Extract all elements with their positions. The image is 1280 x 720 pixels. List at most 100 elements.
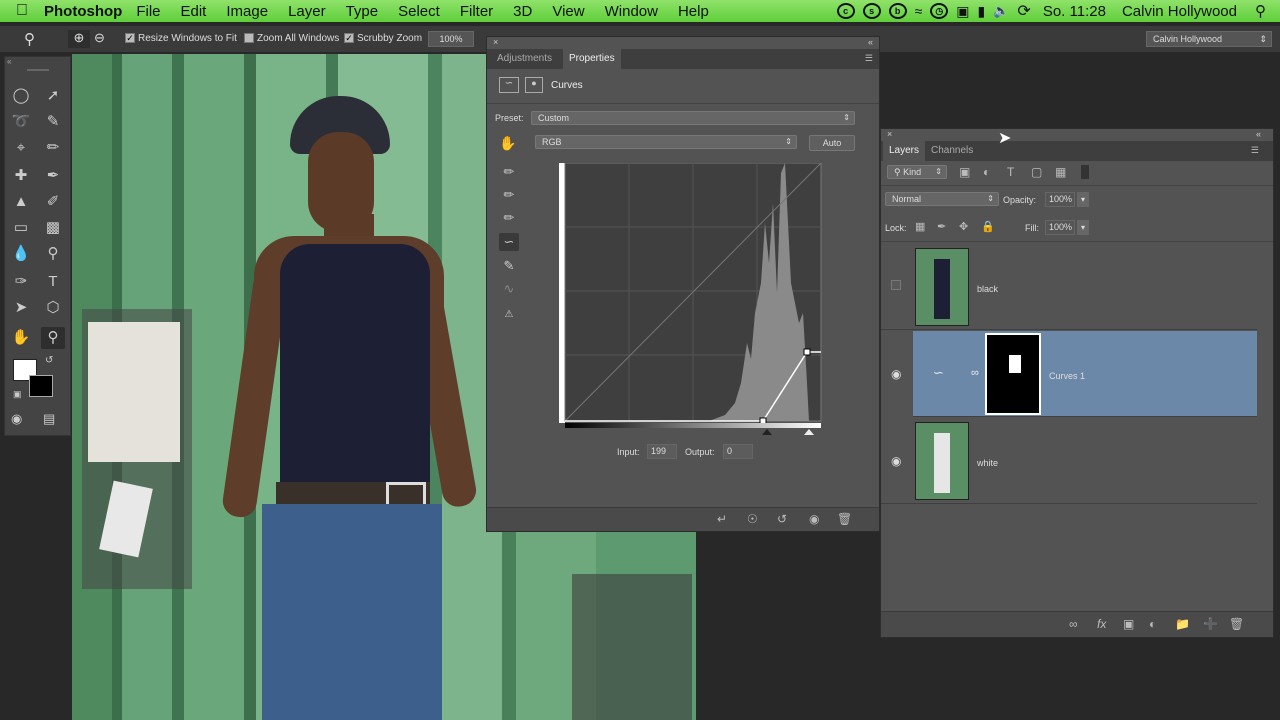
path-selection-tool-icon[interactable]: ➤	[9, 297, 33, 319]
type-tool-icon[interactable]: T	[41, 271, 65, 293]
tab-channels[interactable]: Channels	[925, 141, 979, 161]
layer-name[interactable]: Curves 1	[1049, 371, 1085, 381]
eye-icon[interactable]: ◉	[891, 367, 901, 381]
app-name-menu[interactable]: Photoshop	[44, 3, 122, 20]
layer-row-white[interactable]: ◉ white	[881, 418, 1257, 504]
toolbar-grip[interactable]	[27, 69, 49, 71]
layer-row-black[interactable]: black	[881, 244, 1257, 330]
new-group-icon[interactable]: 📁	[1175, 617, 1190, 631]
menubar-clock[interactable]: So. 11:28	[1043, 3, 1106, 20]
layer-name[interactable]: black	[977, 284, 998, 294]
targeted-adjustment-hand-icon[interactable]: ✋	[499, 135, 516, 152]
layer-name[interactable]: white	[977, 458, 998, 468]
menu-type[interactable]: Type	[346, 3, 379, 20]
history-brush-tool-icon[interactable]: ✐	[41, 191, 65, 213]
zoom-tool-icon[interactable]: ⚲	[41, 327, 65, 349]
output-value-field[interactable]: 0	[723, 444, 753, 459]
curve-point-tool-icon[interactable]: ∽	[499, 233, 519, 251]
new-layer-icon[interactable]: ➕	[1203, 617, 1218, 631]
filter-toggle[interactable]	[1081, 165, 1089, 179]
layer-mask-icon[interactable]: ●	[525, 77, 543, 93]
lock-all-icon[interactable]: 🔒	[981, 220, 995, 233]
link-chain-icon[interactable]: ∞	[971, 367, 979, 379]
link-layers-icon[interactable]: ∞	[1069, 617, 1078, 631]
menu-file[interactable]: File	[136, 3, 160, 20]
panel-menu-icon[interactable]: ☰	[1251, 145, 1259, 156]
reset-adjustment-icon[interactable]: ↺	[777, 512, 787, 526]
menu-help[interactable]: Help	[678, 3, 709, 20]
menu-select[interactable]: Select	[398, 3, 440, 20]
fill-field[interactable]: 100%	[1045, 220, 1075, 235]
black-point-eyedropper-icon[interactable]: ✏	[499, 163, 519, 181]
add-layer-style-icon[interactable]: fx	[1097, 617, 1106, 631]
menu-window[interactable]: Window	[605, 3, 658, 20]
zoom-all-windows-option[interactable]: Zoom All Windows	[244, 33, 339, 44]
quick-selection-tool-icon[interactable]: ✎	[41, 111, 65, 133]
gray-point-eyedropper-icon[interactable]: ✏	[499, 186, 519, 204]
healing-brush-tool-icon[interactable]: ✚	[9, 165, 33, 187]
clip-to-layer-icon[interactable]: ↵	[717, 512, 727, 526]
tab-layers[interactable]: Layers	[883, 141, 926, 161]
black-input-slider[interactable]	[762, 429, 772, 435]
view-previous-state-icon[interactable]: ☉	[747, 512, 758, 526]
collapse-toolbar-icon[interactable]: «	[7, 57, 11, 66]
clone-stamp-tool-icon[interactable]: ▲	[9, 191, 33, 213]
filter-shape-icon[interactable]: ▢	[1031, 165, 1042, 179]
zoom-in-icon[interactable]: ⊕	[68, 30, 90, 48]
menu-image[interactable]: Image	[226, 3, 268, 20]
gradient-tool-icon[interactable]: ▩	[41, 217, 65, 239]
zoom-tool-preset-icon[interactable]: ⚲	[24, 30, 35, 48]
sync-icon[interactable]: s	[862, 3, 881, 19]
delete-layer-icon[interactable]: 🗑	[1229, 617, 1244, 631]
spotlight-search-icon[interactable]: ⚲	[1255, 2, 1266, 20]
default-colors-icon[interactable]: ▣	[13, 389, 22, 400]
time-machine-icon[interactable]: ◷	[930, 3, 949, 19]
scrubby-zoom-option[interactable]: ✓ Scrubby Zoom	[344, 33, 422, 44]
opacity-field[interactable]: 100%	[1045, 192, 1075, 207]
curves-graph[interactable]	[559, 163, 823, 435]
eraser-tool-icon[interactable]: ▭	[9, 217, 33, 239]
lock-transparency-icon[interactable]: ▦	[915, 220, 925, 233]
layer-row-curves[interactable]: ∽ ∞ Curves 1	[913, 331, 1257, 417]
white-point-eyedropper-icon[interactable]: ✏	[499, 209, 519, 227]
layer-mask-thumbnail[interactable]	[985, 333, 1041, 415]
volume-icon[interactable]: 🔈	[993, 3, 1009, 19]
zoom-out-icon[interactable]: ⊖	[94, 30, 105, 46]
quick-mask-icon[interactable]: ◉	[11, 411, 22, 427]
apple-icon[interactable]: 	[0, 2, 44, 20]
filter-pixel-icon[interactable]: ▣	[959, 165, 970, 179]
shape-tool-icon[interactable]: ⬡	[41, 297, 65, 319]
new-adjustment-layer-icon[interactable]: ◐	[1149, 617, 1156, 631]
workspace-switcher[interactable]: Calvin Hollywood ⇕	[1146, 31, 1272, 47]
crop-tool-icon[interactable]: ⌖	[9, 137, 33, 159]
curve-control-point[interactable]	[803, 348, 811, 356]
opacity-dropdown-icon[interactable]: ▾	[1077, 192, 1089, 207]
add-mask-icon[interactable]: ▣	[1123, 617, 1134, 631]
scrubby-zoom-checkbox[interactable]: ✓	[344, 33, 354, 44]
tab-properties[interactable]: Properties	[563, 49, 621, 69]
menu-edit[interactable]: Edit	[181, 3, 207, 20]
filter-smart-object-icon[interactable]: ▦	[1055, 165, 1066, 179]
close-panel-icon[interactable]: ×	[493, 37, 498, 47]
pencil-draw-curve-icon[interactable]: ✎	[499, 257, 519, 275]
wifi-icon[interactable]: ≈	[915, 3, 923, 19]
brush-tool-icon[interactable]: ✒	[41, 165, 65, 187]
lock-image-pixels-icon[interactable]: ✒	[937, 220, 946, 233]
menu-filter[interactable]: Filter	[460, 3, 493, 20]
pen-tool-icon[interactable]: ✑	[9, 271, 33, 293]
preset-dropdown[interactable]: Custom ⇕	[531, 111, 855, 125]
screen-mode-icon[interactable]: ▤	[43, 411, 55, 427]
menu-layer[interactable]: Layer	[288, 3, 326, 20]
zoom-all-windows-checkbox[interactable]	[244, 33, 254, 44]
move-tool-icon[interactable]: ➚	[41, 85, 65, 107]
lasso-tool-icon[interactable]: ➰	[9, 111, 33, 133]
fill-dropdown-icon[interactable]: ▾	[1077, 220, 1089, 235]
filter-kind-dropdown[interactable]: ⚲ Kind ⇕	[887, 165, 947, 179]
close-panel-icon[interactable]: ×	[887, 129, 892, 139]
dodge-tool-icon[interactable]: ⚲	[41, 243, 65, 265]
menu-view[interactable]: View	[552, 3, 584, 20]
resize-windows-option[interactable]: ✓ Resize Windows to Fit	[125, 33, 237, 44]
toggle-visibility-icon[interactable]: ◉	[809, 512, 819, 526]
collapse-panel-icon[interactable]: «	[868, 37, 873, 47]
auto-button[interactable]: Auto	[809, 135, 855, 151]
